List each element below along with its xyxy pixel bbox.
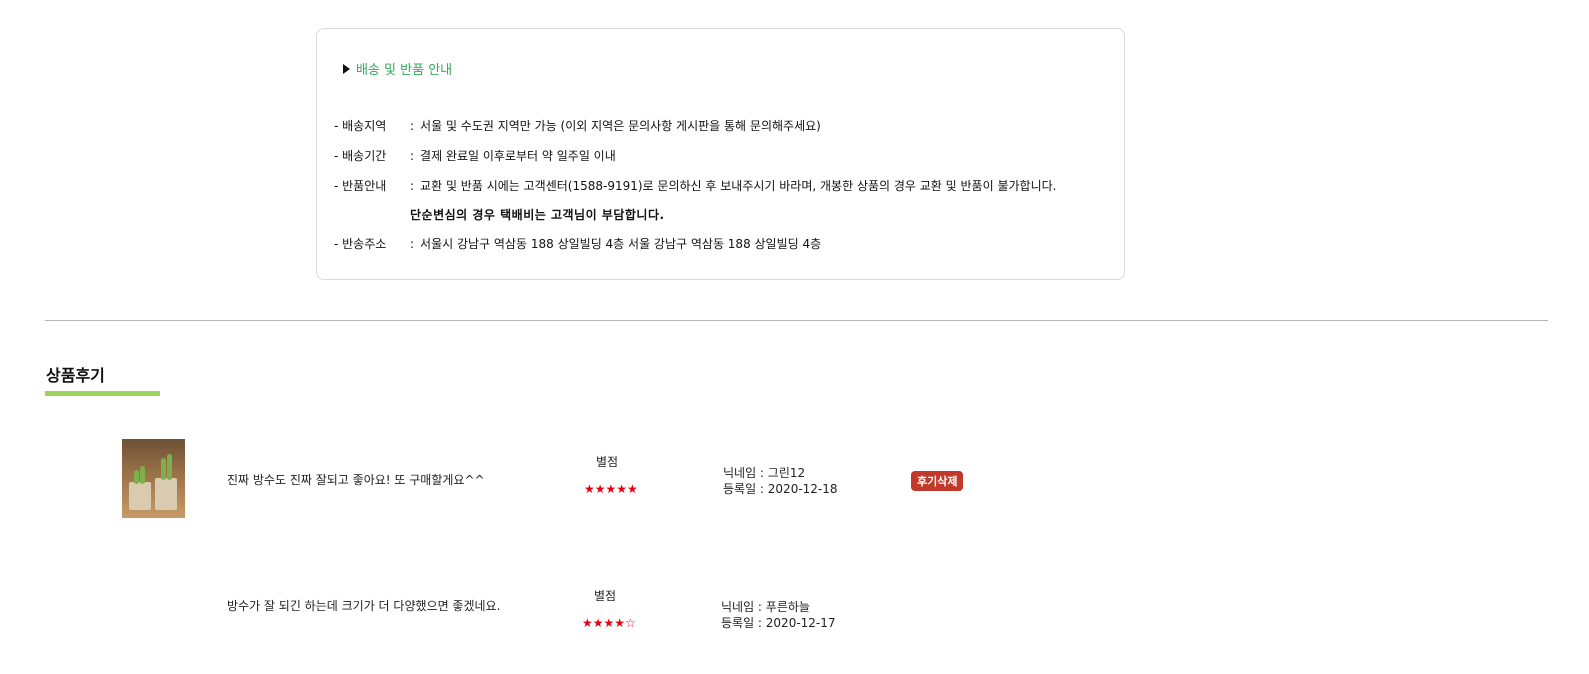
shipping-line-value: 서울 및 수도권 지역만 가능 (이외 지역은 문의사항 게시판을 통해 문의해… [420, 119, 821, 133]
shipping-line-separator: : [410, 237, 415, 251]
rating-stars: ★★★★★ [584, 482, 638, 496]
shipping-heading-text: 배송 및 반품 안내 [356, 63, 453, 78]
review-text: 진짜 방수도 진짜 잘되고 좋아요! 또 구매할게요^^ [227, 473, 485, 487]
shipping-line-label: - 반품안내 [334, 179, 387, 193]
delete-review-button[interactable]: 후기삭제 [911, 471, 964, 491]
shipping-line-period: - 배송기간: 결제 완료일 이후로부터 약 일주일 이내 [334, 147, 616, 164]
pot-shape [155, 478, 177, 510]
review-date: 등록일 : 2020-12-18 [723, 482, 838, 496]
shipping-line-label: - 반송주소 [334, 237, 387, 251]
rating-stars: ★★★★☆ [582, 616, 636, 630]
review-item: 방수가 잘 되긴 하는데 크기가 더 다양했으면 좋겠네요. 별점 ★★★★☆ … [0, 573, 1589, 663]
section-divider [45, 320, 1548, 321]
page: 배송 및 반품 안내 - 배송지역: 서울 및 수도권 지역만 가능 (이외 지역… [0, 0, 1589, 674]
shipping-line-separator: : [410, 119, 415, 133]
shipping-line-value: 서울시 강남구 역삼동 188 상일빌딩 4층 서울 강남구 역삼동 188 상… [420, 237, 822, 251]
review-nickname: 닉네임 : 그린12 [723, 466, 806, 480]
shipping-line-address: - 반송주소: 서울시 강남구 역삼동 188 상일빌딩 4층 서울 강남구 역삼… [334, 235, 821, 252]
rating-label: 별점 [596, 455, 619, 469]
shipping-line-label: - 배송지역 [334, 119, 387, 133]
leaf-shape [167, 454, 172, 480]
shipping-bold-note: 단순변심의 경우 택배비는 고객님이 부담합니다. [410, 208, 665, 222]
review-meta: 닉네임 : 푸른하늘 등록일 : 2020-12-17 [721, 599, 836, 631]
shipping-heading: 배송 및 반품 안내 [343, 59, 452, 78]
rating-label: 별점 [594, 589, 617, 603]
review-date: 등록일 : 2020-12-17 [721, 616, 836, 630]
review-section-title: 상품후기 [46, 366, 105, 385]
leaf-shape [134, 470, 139, 484]
shipping-info-box: 배송 및 반품 안내 - 배송지역: 서울 및 수도권 지역만 가능 (이외 지역… [316, 28, 1125, 280]
triangle-right-icon [343, 63, 350, 74]
shipping-line-value: 교환 및 반품 시에는 고객센터(1588-9191)로 문의하신 후 보내주시… [420, 179, 1057, 193]
shipping-line-separator: : [410, 149, 415, 163]
shipping-line-label: - 배송기간 [334, 149, 387, 163]
shipping-line-value: 결제 완료일 이후로부터 약 일주일 이내 [420, 149, 616, 163]
review-title-underline [45, 391, 160, 396]
review-nickname: 닉네임 : 푸른하늘 [721, 600, 810, 614]
shipping-line-return: - 반품안내: 교환 및 반품 시에는 고객센터(1588-9191)로 문의하신… [334, 177, 1056, 194]
shipping-line-separator: : [410, 179, 415, 193]
shipping-line-region: - 배송지역: 서울 및 수도권 지역만 가능 (이외 지역은 문의사항 게시판을… [334, 117, 821, 134]
review-photo[interactable] [122, 439, 185, 518]
leaf-shape [161, 458, 166, 480]
leaf-shape [140, 466, 145, 484]
review-item: 진짜 방수도 진짜 잘되고 좋아요! 또 구매할게요^^ 별점 ★★★★★ 닉네… [0, 439, 1589, 529]
pot-shape [129, 482, 151, 510]
review-meta: 닉네임 : 그린12 등록일 : 2020-12-18 [723, 465, 838, 497]
review-text: 방수가 잘 되긴 하는데 크기가 더 다양했으면 좋겠네요. [227, 599, 501, 613]
